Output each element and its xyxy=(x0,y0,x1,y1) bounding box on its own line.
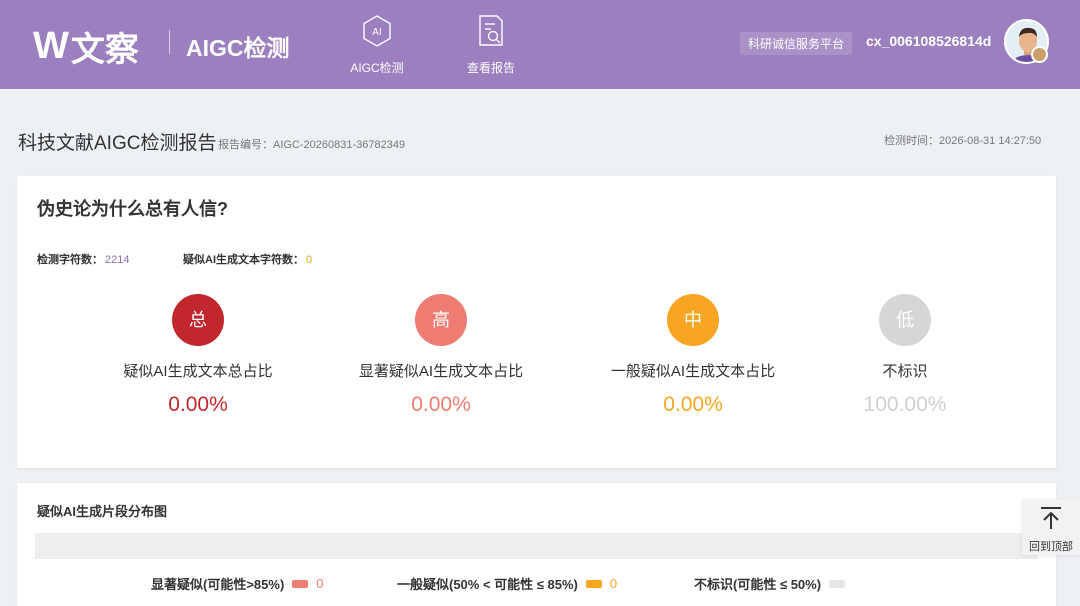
svg-text:AI: AI xyxy=(372,27,381,38)
metric-low-value: 100.00% xyxy=(863,393,947,416)
nav-view-report[interactable]: 查看报告 xyxy=(451,14,531,76)
report-search-icon xyxy=(479,15,503,46)
document-title: 伪史论为什么总有人信? xyxy=(37,199,228,219)
char-count-stat: 检测字符数： 2214 xyxy=(37,251,129,267)
logo-mark: W xyxy=(33,25,69,67)
ai-char-count-stat: 疑似AI生成文本字符数： 0 xyxy=(183,251,312,267)
ai-char-count-value: 0 xyxy=(306,254,313,266)
legend-high: 显著疑似(可能性>85%) 0 xyxy=(151,574,324,593)
total-badge: 总 xyxy=(172,294,224,346)
report-number: 报告编号：AIGC-20260831-36782349 xyxy=(218,139,406,151)
legend-low: 不标识(可能性 ≤ 50%) xyxy=(694,574,853,593)
metric-medium: 中 一般疑似AI生成文本占比 0.00% xyxy=(593,294,793,417)
brand-title: AIGC检测 xyxy=(186,35,290,61)
back-to-top-button[interactable]: 回到顶部 xyxy=(1022,499,1080,555)
metric-total: 总 疑似AI生成文本总占比 0.00% xyxy=(98,294,298,417)
arrow-up-icon xyxy=(1041,507,1061,529)
nav-aigc-label: AIGC检测 xyxy=(350,61,404,75)
metric-medium-label: 一般疑似AI生成文本占比 xyxy=(610,363,776,380)
char-count-value: 2214 xyxy=(105,254,130,266)
legend-high-swatch xyxy=(292,579,309,588)
ai-chip-icon: AI xyxy=(363,15,391,47)
power-icon[interactable] xyxy=(1031,46,1048,63)
metric-high-value: 0.00% xyxy=(411,393,471,416)
high-badge: 高 xyxy=(415,294,467,346)
summary-card: 伪史论为什么总有人信? 检测字符数： 2214 疑似AI生成文本字符数： 0 总 疑… xyxy=(17,176,1056,468)
platform-link[interactable]: 科研诚信服务平台 xyxy=(740,32,853,55)
legend-low-swatch xyxy=(829,579,846,588)
ai-char-count-label: 疑似AI生成文本字符数： xyxy=(183,254,304,266)
metric-total-label: 疑似AI生成文本总占比 xyxy=(123,363,273,380)
legend-medium: 一般疑似(50% < 可能性 ≤ 85%) 0 xyxy=(397,574,617,593)
distribution-bar xyxy=(35,533,1038,559)
legend-high-count: 0 xyxy=(316,576,324,591)
back-to-top-label: 回到顶部 xyxy=(1029,541,1073,553)
report-title: 科技文献AIGC检测报告 xyxy=(18,133,217,154)
logo-text: 文察 xyxy=(70,30,139,70)
legend-medium-label: 一般疑似(50% < 可能性 ≤ 85%) xyxy=(397,577,578,592)
legend-low-label: 不标识(可能性 ≤ 50%) xyxy=(694,577,822,592)
top-header: W 文察 AIGC检测 AI AIGC检测 查看报告 科研诚信服务平台 cx_0… xyxy=(0,0,1080,89)
char-count-label: 检测字符数： xyxy=(37,254,103,266)
metric-high-label: 显著疑似AI生成文本占比 xyxy=(358,363,524,380)
report-time: 检测时间：2026-08-31 14:27:50 xyxy=(884,135,1042,147)
logo-divider xyxy=(169,30,170,54)
nav-report-label: 查看报告 xyxy=(466,61,515,75)
metric-low: 低 不标识 100.00% xyxy=(805,294,1005,417)
legend-high-label: 显著疑似(可能性>85%) xyxy=(151,577,285,592)
medium-badge: 中 xyxy=(667,294,719,346)
low-badge: 低 xyxy=(879,294,931,346)
legend-medium-swatch xyxy=(585,579,602,588)
username[interactable]: cx_006108526814d xyxy=(866,33,991,49)
nav-aigc-detect[interactable]: AI AIGC检测 xyxy=(337,14,417,76)
logo[interactable]: W 文察 xyxy=(33,22,139,71)
metric-total-value: 0.00% xyxy=(168,393,228,416)
metric-high: 高 显著疑似AI生成文本占比 0.00% xyxy=(341,294,541,417)
metric-medium-value: 0.00% xyxy=(663,393,723,416)
legend-medium-count: 0 xyxy=(609,576,618,591)
distribution-card: 疑似AI生成片段分布图 显著疑似(可能性>85%) 0 一般疑似(50% < 可… xyxy=(17,483,1056,606)
metric-low-label: 不标识 xyxy=(882,363,928,380)
distribution-title: 疑似AI生成片段分布图 xyxy=(37,504,168,519)
